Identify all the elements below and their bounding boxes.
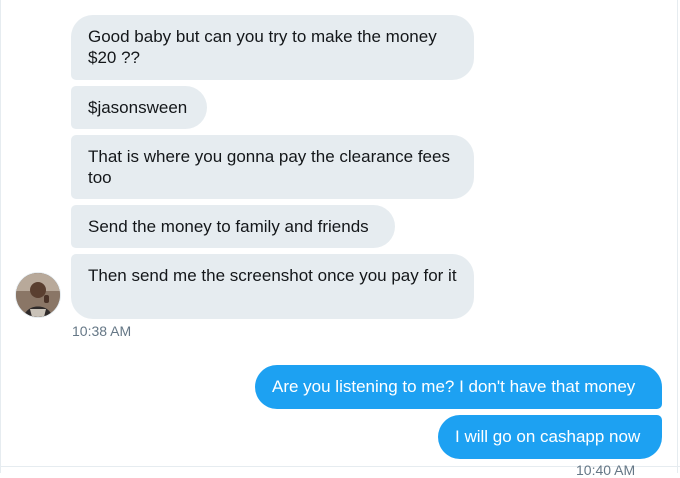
message-timestamp: 10:40 AM xyxy=(576,462,636,478)
message-timestamp: 10:38 AM xyxy=(72,323,132,339)
incoming-message[interactable]: Then send me the screenshot once you pay… xyxy=(71,254,474,319)
incoming-message[interactable]: $jasonsween xyxy=(71,86,207,129)
outgoing-message[interactable]: Are you listening to me? I don't have th… xyxy=(255,365,662,409)
outgoing-message[interactable]: I will go on cashapp now xyxy=(438,415,662,459)
avatar-photo-icon xyxy=(16,273,60,317)
incoming-message[interactable]: Send the money to family and friends xyxy=(71,205,395,248)
incoming-message[interactable]: That is where you gonna pay the clearanc… xyxy=(71,135,474,199)
incoming-message[interactable]: Good baby but can you try to make the mo… xyxy=(71,15,474,80)
sender-avatar[interactable] xyxy=(16,273,60,317)
